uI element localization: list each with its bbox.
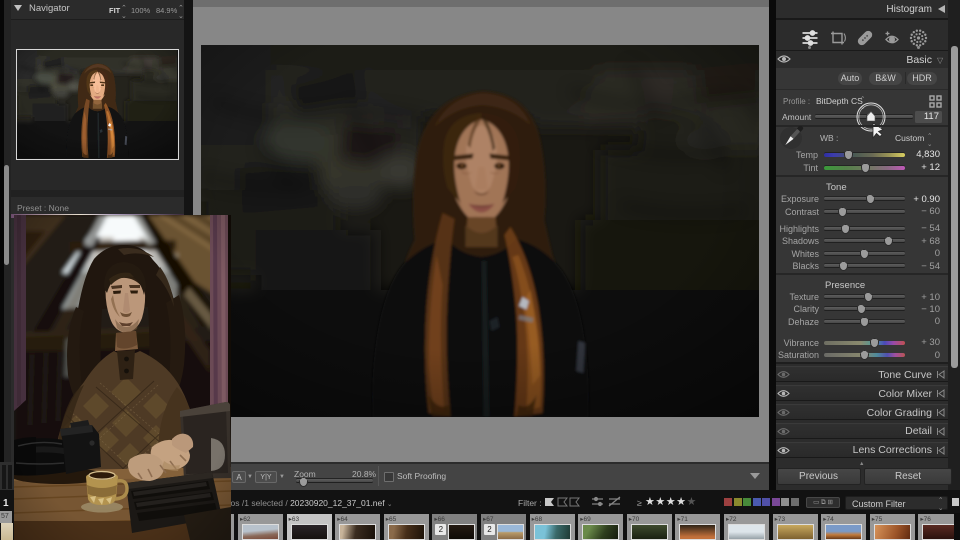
svg-text:≥: ≥ [637,498,642,508]
